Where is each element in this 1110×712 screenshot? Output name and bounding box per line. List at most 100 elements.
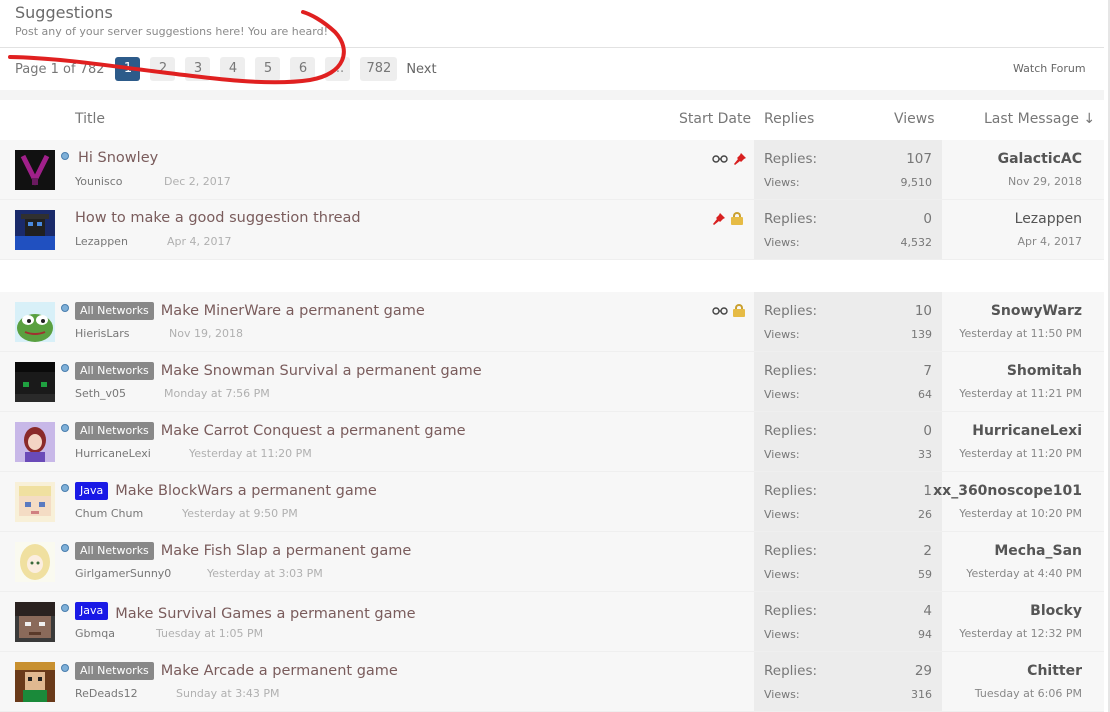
- avatar[interactable]: [15, 482, 55, 522]
- prefix-badge[interactable]: Java: [75, 602, 109, 620]
- thread-author[interactable]: Chum Chum: [75, 507, 143, 520]
- thread-title-link[interactable]: Make Arcade a permanent game: [161, 663, 398, 679]
- page-button-4[interactable]: 4: [220, 57, 246, 81]
- thread-title-link[interactable]: Make Fish Slap a permanent game: [161, 543, 411, 559]
- glasses-icon: [712, 304, 728, 320]
- sticky-thread-row[interactable]: Hi Snowley Younisco Dec 2, 2017 Replies:…: [0, 140, 1104, 200]
- watch-forum-link[interactable]: Watch Forum: [1013, 62, 1086, 75]
- prefix-badge[interactable]: Java: [75, 482, 109, 500]
- thread-title-line: All Networks Make MinerWare a permanent …: [75, 302, 425, 320]
- thread-row[interactable]: Java Make Survival Games a permanent gam…: [0, 592, 1104, 652]
- thread-author[interactable]: Lezappen: [75, 235, 128, 248]
- avatar[interactable]: [15, 362, 55, 402]
- thread-title-link[interactable]: Make Carrot Conquest a permanent game: [161, 423, 466, 439]
- page-button-1[interactable]: 1: [115, 57, 141, 81]
- thread-title-line: All Networks Make Arcade a permanent gam…: [75, 662, 398, 680]
- views-count: 94: [918, 628, 932, 641]
- thread-author[interactable]: Gbmqa: [75, 627, 115, 640]
- page-button-6[interactable]: 6: [290, 57, 316, 81]
- thread-row[interactable]: All Networks Make Carrot Conquest a perm…: [0, 412, 1104, 472]
- thread-start-date[interactable]: Apr 4, 2017: [167, 235, 232, 248]
- column-views[interactable]: Views: [894, 111, 935, 127]
- thread-start-date[interactable]: Yesterday at 3:03 PM: [207, 567, 323, 580]
- last-message-date[interactable]: Yesterday at 12:32 PM: [959, 627, 1082, 640]
- thread-start-date[interactable]: Yesterday at 11:20 PM: [189, 447, 312, 460]
- thread-title-link[interactable]: How to make a good suggestion thread: [75, 210, 361, 226]
- last-message-date[interactable]: Yesterday at 4:40 PM: [966, 567, 1082, 580]
- column-replies[interactable]: Replies: [764, 111, 814, 127]
- avatar[interactable]: [15, 422, 55, 462]
- thread-author[interactable]: Younisco: [75, 175, 123, 188]
- last-message-user[interactable]: Chitter: [1027, 663, 1082, 679]
- thread-title-link[interactable]: Make MinerWare a permanent game: [161, 303, 425, 319]
- prefix-badge[interactable]: All Networks: [75, 662, 154, 680]
- last-message-date[interactable]: Yesterday at 11:21 PM: [959, 387, 1082, 400]
- column-start-date[interactable]: Start Date: [679, 111, 751, 127]
- page-button-2[interactable]: 2: [150, 57, 176, 81]
- thread-start-date[interactable]: Tuesday at 1:05 PM: [156, 627, 263, 640]
- views-count: 64: [918, 388, 932, 401]
- thread-title-link[interactable]: Make Snowman Survival a permanent game: [161, 363, 482, 379]
- prefix-badge[interactable]: All Networks: [75, 302, 154, 320]
- last-message-user[interactable]: SnowyWarz: [991, 303, 1082, 319]
- thread-row[interactable]: All Networks Make Arcade a permanent gam…: [0, 652, 1104, 712]
- thread-author[interactable]: ReDeads12: [75, 687, 138, 700]
- thread-author[interactable]: HurricaneLexi: [75, 447, 151, 460]
- last-message-date[interactable]: Nov 29, 2018: [1008, 175, 1082, 188]
- column-last-message[interactable]: Last Message ↓: [984, 111, 1095, 127]
- last-message-user[interactable]: Mecha_San: [994, 543, 1082, 559]
- replies-label: Replies:: [764, 483, 818, 499]
- replies-label: Replies:: [764, 603, 818, 619]
- page-button-last[interactable]: 782: [360, 57, 398, 81]
- thread-title-link[interactable]: Make BlockWars a permanent game: [115, 483, 377, 499]
- last-message-date[interactable]: Yesterday at 10:20 PM: [959, 507, 1082, 520]
- last-message-user[interactable]: Lezappen: [1015, 211, 1082, 227]
- page-gap-button[interactable]: ...: [325, 57, 351, 81]
- last-message-date[interactable]: Apr 4, 2017: [1017, 235, 1082, 248]
- avatar[interactable]: [15, 150, 55, 190]
- pin-icon: [712, 212, 726, 230]
- prefix-badge[interactable]: All Networks: [75, 362, 154, 380]
- thread-row[interactable]: Java Make BlockWars a permanent game Chu…: [0, 472, 1104, 532]
- views-label: Views:: [764, 568, 800, 581]
- column-title[interactable]: Title: [75, 111, 105, 127]
- thread-start-date[interactable]: Nov 19, 2018: [169, 327, 243, 340]
- avatar[interactable]: [15, 302, 55, 342]
- thread-start-date[interactable]: Monday at 7:56 PM: [164, 387, 270, 400]
- thread-row[interactable]: All Networks Make Snowman Survival a per…: [0, 352, 1104, 412]
- prefix-badge[interactable]: All Networks: [75, 542, 154, 560]
- thread-start-date[interactable]: Yesterday at 9:50 PM: [182, 507, 298, 520]
- page-button-5[interactable]: 5: [255, 57, 281, 81]
- last-message-user[interactable]: Blocky: [1030, 603, 1082, 619]
- last-message-user[interactable]: HurricaneLexi: [972, 423, 1082, 439]
- thread-title-link[interactable]: Hi Snowley: [78, 150, 158, 166]
- avatar[interactable]: [15, 662, 55, 702]
- last-message-date[interactable]: Yesterday at 11:50 PM: [959, 327, 1082, 340]
- thread-author[interactable]: Seth_v05: [75, 387, 126, 400]
- last-message-date[interactable]: Tuesday at 6:06 PM: [975, 687, 1082, 700]
- last-message-date[interactable]: Yesterday at 11:20 PM: [959, 447, 1082, 460]
- thread-stats: [754, 652, 942, 711]
- sticky-thread-row[interactable]: How to make a good suggestion thread Lez…: [0, 200, 1104, 260]
- avatar[interactable]: [15, 542, 55, 582]
- thread-title-line: Hi Snowley: [78, 150, 158, 166]
- last-message-user[interactable]: Shomitah: [1007, 363, 1082, 379]
- avatar[interactable]: [15, 602, 55, 642]
- avatar[interactable]: [15, 210, 55, 250]
- last-message-user[interactable]: xx_360noscope101: [933, 483, 1082, 499]
- thread-author[interactable]: HierisLars: [75, 327, 130, 340]
- thread-author[interactable]: GirlgamerSunny0: [75, 567, 171, 580]
- views-count: 59: [918, 568, 932, 581]
- unread-indicator-icon: [61, 424, 69, 432]
- views-label: Views:: [764, 508, 800, 521]
- thread-start-date[interactable]: Dec 2, 2017: [164, 175, 231, 188]
- thread-status-icons: [712, 212, 743, 230]
- next-page-link[interactable]: Next: [406, 62, 436, 77]
- thread-title-link[interactable]: Make Survival Games a permanent game: [115, 606, 415, 622]
- thread-row[interactable]: All Networks Make Fish Slap a permanent …: [0, 532, 1104, 592]
- last-message-user[interactable]: GalacticAC: [998, 151, 1082, 167]
- prefix-badge[interactable]: All Networks: [75, 422, 154, 440]
- page-button-3[interactable]: 3: [185, 57, 211, 81]
- thread-row[interactable]: All Networks Make MinerWare a permanent …: [0, 292, 1104, 352]
- thread-start-date[interactable]: Sunday at 3:43 PM: [176, 687, 280, 700]
